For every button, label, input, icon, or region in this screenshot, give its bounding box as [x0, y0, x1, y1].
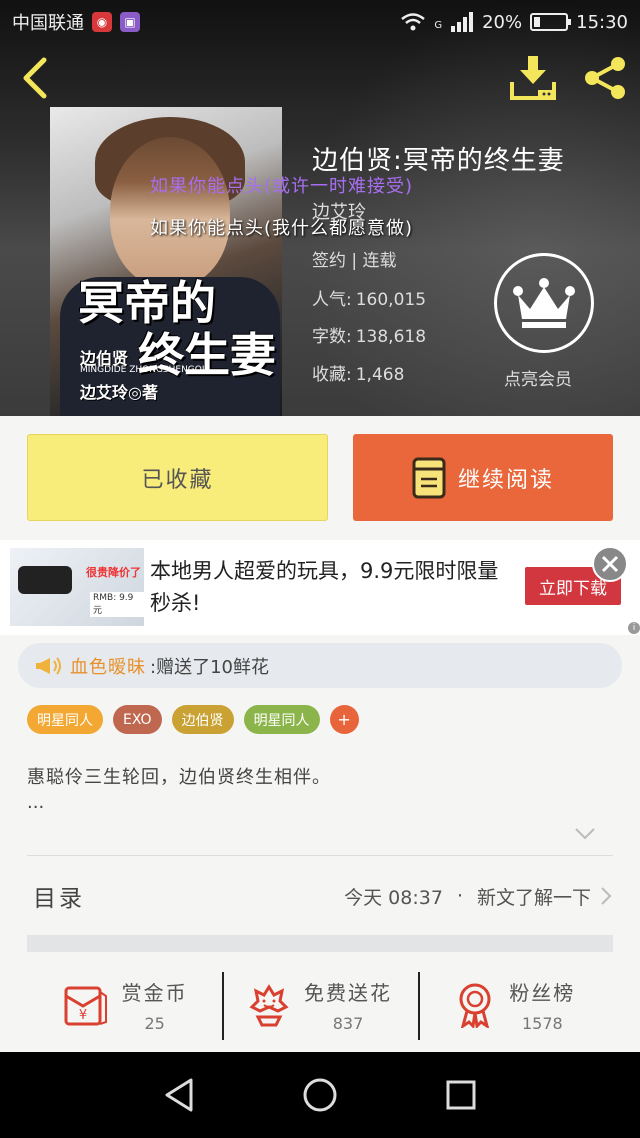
ad-close-button[interactable] [592, 546, 628, 582]
engagement-stats: ¥ 赏金币 25 免费送花 837 粉丝榜 1578 [27, 960, 613, 1050]
toc-latest-chapter: 新文了解一下 [476, 886, 591, 909]
wifi-icon [401, 13, 426, 31]
ad-image[interactable]: 很贵降价了 RMB: 9.9元 [10, 548, 144, 626]
danmaku-line-1: 如果你能点头(或许一时难接受) [150, 176, 414, 197]
nav-home-icon[interactable] [302, 1077, 338, 1113]
medal-icon [459, 983, 491, 1028]
word-count-stat: 字数: 138,618 [312, 327, 427, 347]
signal-icon [451, 12, 474, 32]
book-icon [412, 457, 446, 498]
battery-icon [530, 13, 572, 31]
ad-image-tag: 很贵降价了 [86, 566, 141, 579]
cover-author-credit: 边艾玲◎著 [80, 383, 158, 402]
gift-notice[interactable]: 血色暧昧 :赠送了10鲜花 [18, 643, 622, 688]
send-flower-label: 免费送花 [303, 981, 392, 1005]
toc-separator: · [456, 885, 463, 907]
toc-update-time: 今天 08:37 [344, 886, 443, 909]
divider [27, 855, 613, 856]
svg-text:¥: ¥ [79, 1008, 87, 1023]
continue-reading-button[interactable]: 继续阅读 [353, 434, 613, 521]
flower-count: 837 [332, 1014, 364, 1033]
gallery-icon: ▣ [120, 12, 140, 32]
download-icon[interactable] [508, 54, 558, 102]
tag-chip[interactable]: 明星同人 [27, 705, 103, 734]
clock: 15:30 [576, 11, 628, 33]
book-status: 签约 | 连载 [312, 251, 397, 271]
send-flower-button[interactable]: 免费送花 837 [222, 960, 417, 1050]
reward-coins-button[interactable]: ¥ 赏金币 25 [27, 960, 222, 1050]
system-nav-bar [0, 1052, 640, 1138]
reward-coins-label: 赏金币 [121, 981, 188, 1005]
back-arrow-icon[interactable] [18, 56, 52, 100]
favorites-stat: 收藏: 1,468 [312, 365, 405, 385]
crown-icon [513, 278, 575, 328]
collected-button[interactable]: 已收藏 [27, 434, 328, 521]
tag-chip[interactable]: 明星同人 [243, 705, 320, 734]
fan-ranking-label: 粉丝榜 [509, 981, 576, 1005]
flower-icon [249, 984, 289, 1027]
cover-pinyin: MINGDIDE ZHONGSHENGQI [80, 365, 205, 375]
book-intro[interactable]: 惠聪伶三生轮回，边伯贤终生相伴。 [27, 763, 331, 789]
ad-text[interactable]: 本地男人超爱的玩具，9.9元限时限量秒杀! [150, 555, 500, 619]
status-bar: 中国联通 ◉ ▣ G 20% 15:30 [0, 0, 640, 44]
network-type: G [434, 19, 443, 31]
gift-user[interactable]: 血色暧昧 [70, 653, 146, 679]
danmaku-line-2: 如果你能点头(我什么都愿意做) [150, 218, 414, 239]
ad-image-price: RMB: 9.9元 [90, 592, 144, 617]
continue-reading-label: 继续阅读 [457, 467, 554, 493]
vip-label[interactable]: 点亮会员 [504, 365, 572, 390]
chevron-down-icon[interactable] [574, 826, 596, 842]
netease-music-icon: ◉ [92, 12, 112, 32]
fan-ranking-count: 1578 [521, 1014, 563, 1033]
tag-chip[interactable]: EXO [113, 705, 162, 734]
drone-image [18, 566, 72, 594]
carrier-label: 中国联通 [12, 13, 84, 34]
gift-message: :赠送了10鲜花 [150, 656, 269, 678]
table-of-contents-row[interactable]: 目录 今天 08:37 · 新文了解一下 [27, 868, 613, 924]
toc-label: 目录 [33, 886, 85, 912]
add-tag-button[interactable]: + [329, 705, 359, 734]
intro-ellipsis: ... [27, 792, 45, 813]
section-divider [27, 935, 613, 952]
share-icon[interactable] [580, 54, 630, 102]
tag-chip[interactable]: 边伯贤 [171, 705, 234, 734]
red-envelope-icon: ¥ [64, 986, 107, 1026]
fan-ranking-button[interactable]: 粉丝榜 1578 [417, 960, 613, 1050]
nav-back-icon[interactable] [163, 1077, 195, 1113]
vip-crown-button[interactable] [494, 253, 594, 353]
tag-list: 明星同人 EXO 边伯贤 明星同人 + [27, 705, 359, 734]
close-icon [601, 555, 619, 573]
book-header: 中国联通 ◉ ▣ G 20% 15:30 冥帝的 终生妻 边伯贤 MINGDID… [0, 0, 640, 416]
ad-info-icon[interactable]: i [628, 622, 640, 634]
book-cover[interactable]: 冥帝的 终生妻 边伯贤 MINGDIDE ZHONGSHENGQI 边艾玲◎著 [50, 107, 282, 416]
nav-recents-icon[interactable] [445, 1079, 477, 1111]
megaphone-icon [36, 656, 61, 675]
reward-coins-count: 25 [144, 1014, 165, 1033]
battery-percent: 20% [482, 11, 523, 33]
popularity-stat: 人气: 160,015 [312, 290, 427, 310]
chevron-right-icon [601, 887, 612, 905]
